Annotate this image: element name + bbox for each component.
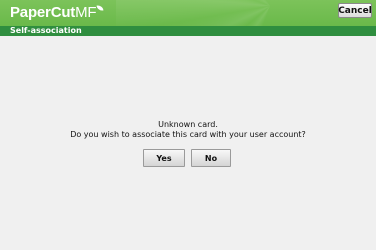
dialog-message: Unknown card. Do you wish to associate t… <box>0 120 376 140</box>
papercut-logo: PaperCut MF <box>10 3 104 23</box>
message-line-2: Do you wish to associate this card with … <box>70 130 306 139</box>
logo-brand-text: PaperCut <box>10 4 76 21</box>
association-dialog: Unknown card. Do you wish to associate t… <box>0 36 376 250</box>
no-button[interactable]: No <box>191 149 231 167</box>
top-header: PaperCut MF Cancel <box>0 0 376 26</box>
cancel-button[interactable]: Cancel <box>338 3 372 18</box>
page-title: Self-association <box>0 26 376 36</box>
yes-button[interactable]: Yes <box>143 149 185 167</box>
leaf-icon <box>96 4 104 12</box>
header-decoration <box>116 0 336 26</box>
message-line-1: Unknown card. <box>158 120 218 129</box>
logo-suffix-text: MF <box>75 4 97 21</box>
